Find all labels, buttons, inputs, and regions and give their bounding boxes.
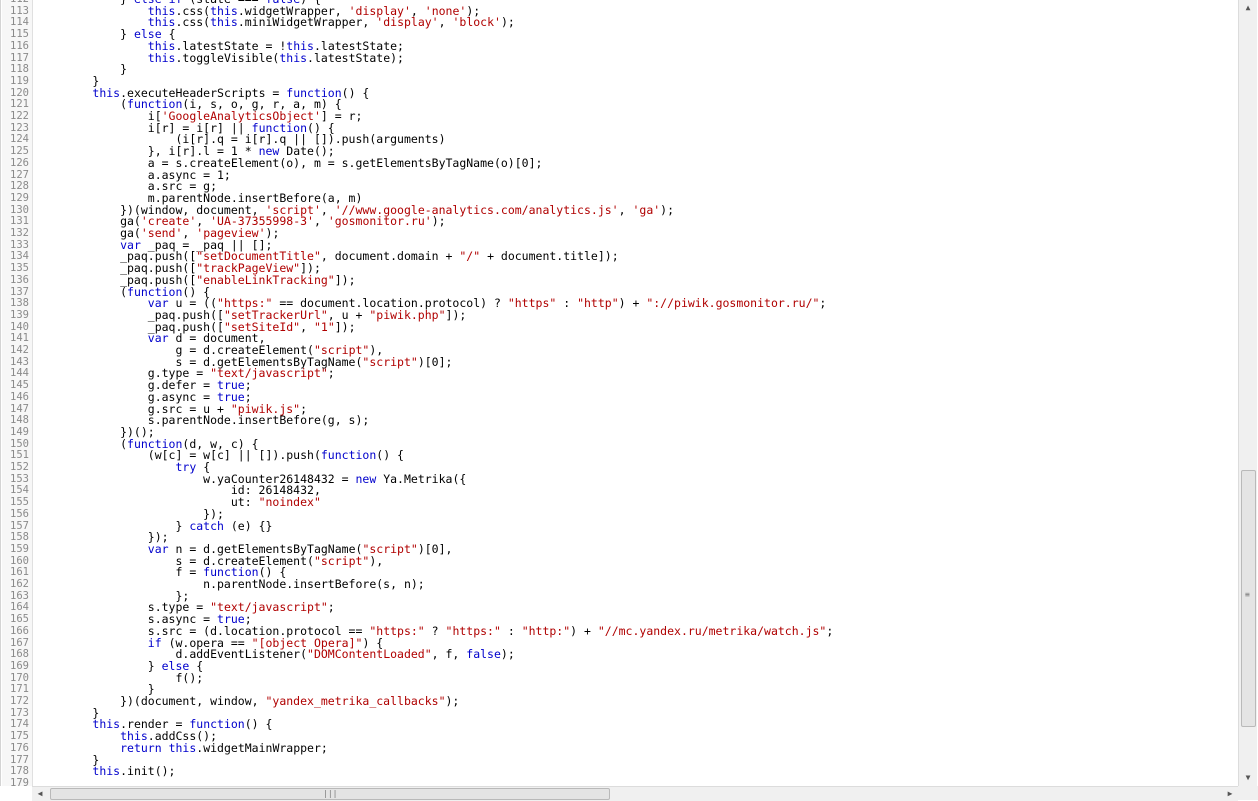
line-number: 122 [10,110,29,122]
line-number: 140 [10,320,29,333]
line-number: 159 [10,542,29,555]
line-number: 123 [10,121,29,134]
line-number: 170 [10,671,29,684]
line-number: 149 [10,425,29,438]
line-number: 169 [10,659,29,672]
line-number: 156 [10,507,29,520]
code-editor[interactable]: 112 } else if (state === false) {113 thi… [0,0,1239,786]
line-number: 129 [10,191,29,204]
line-number: 179 [10,776,29,786]
code-text: _paq.push(["enableLinkTracking"]); [37,272,356,287]
grip-icon: ≡ [1245,590,1250,599]
line-number: 132 [10,227,29,239]
code-text: this.init(); [92,764,176,779]
line-number: 177 [10,753,29,766]
code-text: g.async = true; [37,389,252,404]
line-number: 167 [10,636,29,649]
horizontal-scroll-thumb[interactable]: ||| [50,788,610,800]
line-number: 139 [10,308,29,321]
line-number: 131 [10,215,29,228]
line-number: 142 [10,344,29,356]
line-number: 136 [10,273,29,286]
vertical-scroll-thumb[interactable]: ≡ [1241,470,1256,727]
line-number: 158 [10,531,29,544]
line-number: 164 [10,601,29,614]
line-number: 137 [10,285,29,298]
line-number: 114 [10,16,29,29]
line-number: 157 [10,519,29,532]
line-number: 155 [10,496,29,509]
line-number: 178 [10,765,29,778]
line-number: 175 [10,730,29,743]
scroll-up-arrow-icon[interactable]: ▲ [1239,0,1257,16]
grip-icon: ||| [323,789,338,798]
line-number: 130 [10,203,29,216]
line-number: 138 [10,297,29,310]
line-number: 172 [10,695,29,707]
line-number: 133 [10,238,29,251]
scroll-left-arrow-icon[interactable]: ◀ [32,787,48,801]
line-number: 124 [10,133,29,146]
scroll-right-arrow-icon[interactable]: ▶ [1222,787,1238,801]
scrollbar-corner [1238,786,1258,800]
line-number: 125 [10,145,29,158]
line-number: 115 [10,28,29,41]
line-number: 174 [10,718,29,731]
line-number: 113 [10,4,29,17]
line-number: 119 [10,74,29,87]
line-number: 134 [10,250,29,263]
line-number: 160 [10,554,29,567]
line-number: 154 [10,484,29,497]
line-number: 176 [10,741,29,754]
code-text: })(document, window, "yandex_metrika_cal… [37,694,460,708]
line-number: 146 [10,390,29,403]
line-number: 171 [10,683,29,696]
code-text: a = s.createElement(o), m = s.getElement… [37,155,543,170]
line-number: 173 [10,706,29,719]
line-number: 152 [10,461,29,473]
line-number: 163 [10,589,29,602]
line-number: 144 [10,367,29,380]
line-number: 162 [10,578,29,590]
line-number: 168 [10,648,29,661]
line-number: 120 [10,86,29,99]
line-number: 121 [10,98,29,111]
line-number: 145 [10,379,29,392]
line-number: 147 [10,402,29,415]
line-number: 127 [10,168,29,181]
code-text: this.latestState = !this.latestState; [147,38,404,53]
line-number: 118 [10,63,29,76]
line-number: 141 [10,332,29,345]
line-number: 143 [10,355,29,368]
line-number: 117 [10,51,29,64]
line-number: 165 [10,613,29,626]
line-number: 151 [10,449,29,462]
line-number: 116 [10,39,29,52]
line-number: 161 [10,566,29,579]
line-number: 148 [10,414,29,427]
line-number: 153 [10,472,29,485]
horizontal-scrollbar[interactable]: ◀ ||| ▶ [32,786,1238,801]
line-number: 166 [10,624,29,637]
code-text: return this.widgetMainWrapper; [120,740,328,755]
vertical-scrollbar[interactable]: ▲ ≡ ▼ [1238,0,1257,786]
line-number: 128 [10,180,29,193]
line-number: 135 [10,262,29,275]
line-number: 126 [10,156,29,169]
line-number: 150 [10,437,29,450]
scroll-down-arrow-icon[interactable]: ▼ [1239,770,1257,786]
